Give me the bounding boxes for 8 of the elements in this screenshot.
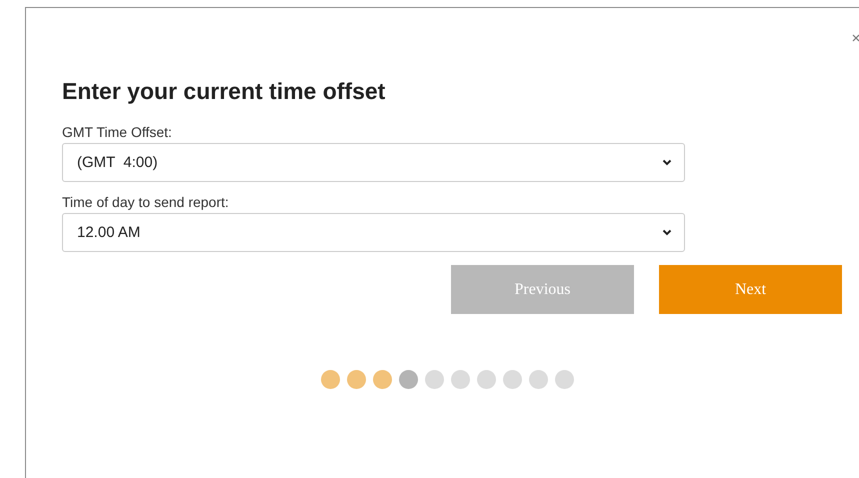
- dropdown-field[interactable]: (GMT 4:00): [62, 143, 685, 182]
- close-icon[interactable]: [852, 34, 859, 42]
- caret-icon: [662, 229, 672, 236]
- field-label: GMT Time Offset:: [62, 124, 173, 140]
- dialog-title: Enter your current time offset: [62, 78, 386, 105]
- caret-icon: [662, 159, 672, 166]
- dropdown-field[interactable]: 12.00 AM: [62, 213, 685, 252]
- field-label: Time of day to send report:: [62, 194, 230, 210]
